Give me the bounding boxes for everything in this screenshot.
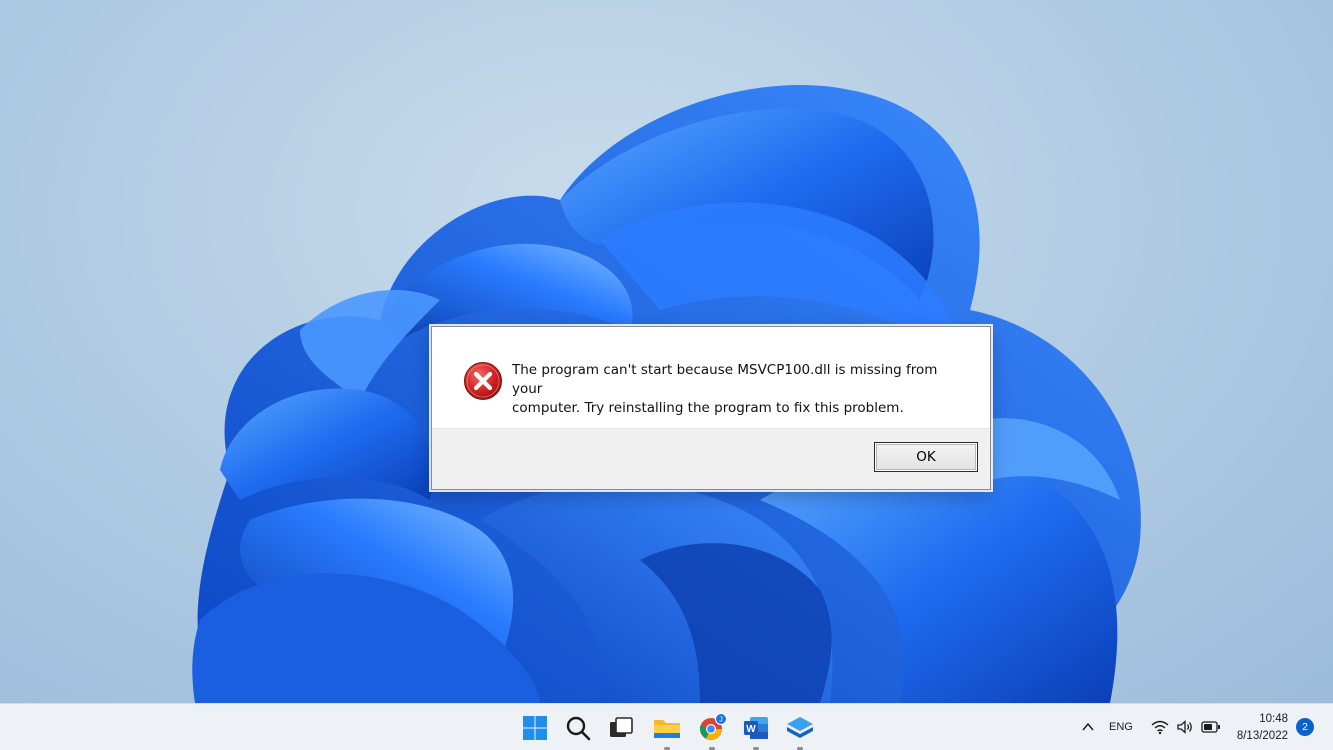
ok-button[interactable]: OK: [874, 442, 978, 472]
folder-icon: [654, 720, 680, 738]
chrome-icon: J: [700, 713, 727, 740]
error-message-line-1: The program can't start because MSVCP100…: [512, 362, 938, 397]
error-dialog: The program can't start because MSVCP100…: [431, 326, 991, 490]
task-view-icon[interactable]: [606, 713, 636, 743]
language-indicator[interactable]: ENG: [1109, 721, 1133, 733]
notification-badge[interactable]: 2: [1296, 718, 1314, 736]
clock-date: 8/13/2022: [1236, 730, 1288, 742]
volume-icon[interactable]: [1176, 719, 1194, 735]
word-button[interactable]: W: [741, 713, 771, 750]
windows-logo-icon[interactable]: [520, 713, 550, 743]
word-letter: W: [746, 724, 756, 735]
chrome-profile-badge: J: [719, 717, 723, 724]
wifi-icon[interactable]: [1151, 719, 1169, 735]
file-explorer-button[interactable]: [651, 713, 683, 750]
chrome-button[interactable]: J: [697, 713, 727, 750]
error-icon: [464, 362, 502, 400]
dialog-body: The program can't start because MSVCP100…: [432, 327, 990, 431]
clock-time: 10:48: [1259, 713, 1288, 725]
error-message-line-2: computer. Try reinstalling the program t…: [512, 400, 904, 416]
search-icon[interactable]: [563, 713, 593, 743]
app-stack-button[interactable]: [785, 713, 815, 750]
desktop-wallpaper: The program can't start because MSVCP100…: [0, 0, 1333, 703]
error-message: The program can't start because MSVCP100…: [512, 361, 972, 418]
word-icon: W: [744, 717, 768, 739]
battery-icon[interactable]: [1201, 720, 1221, 734]
taskbar: J W ENG 10:48 8/13/2022 2: [0, 703, 1333, 750]
dialog-footer: OK: [432, 428, 990, 489]
layers-icon: [787, 717, 813, 738]
chevron-up-icon[interactable]: [1081, 721, 1095, 733]
